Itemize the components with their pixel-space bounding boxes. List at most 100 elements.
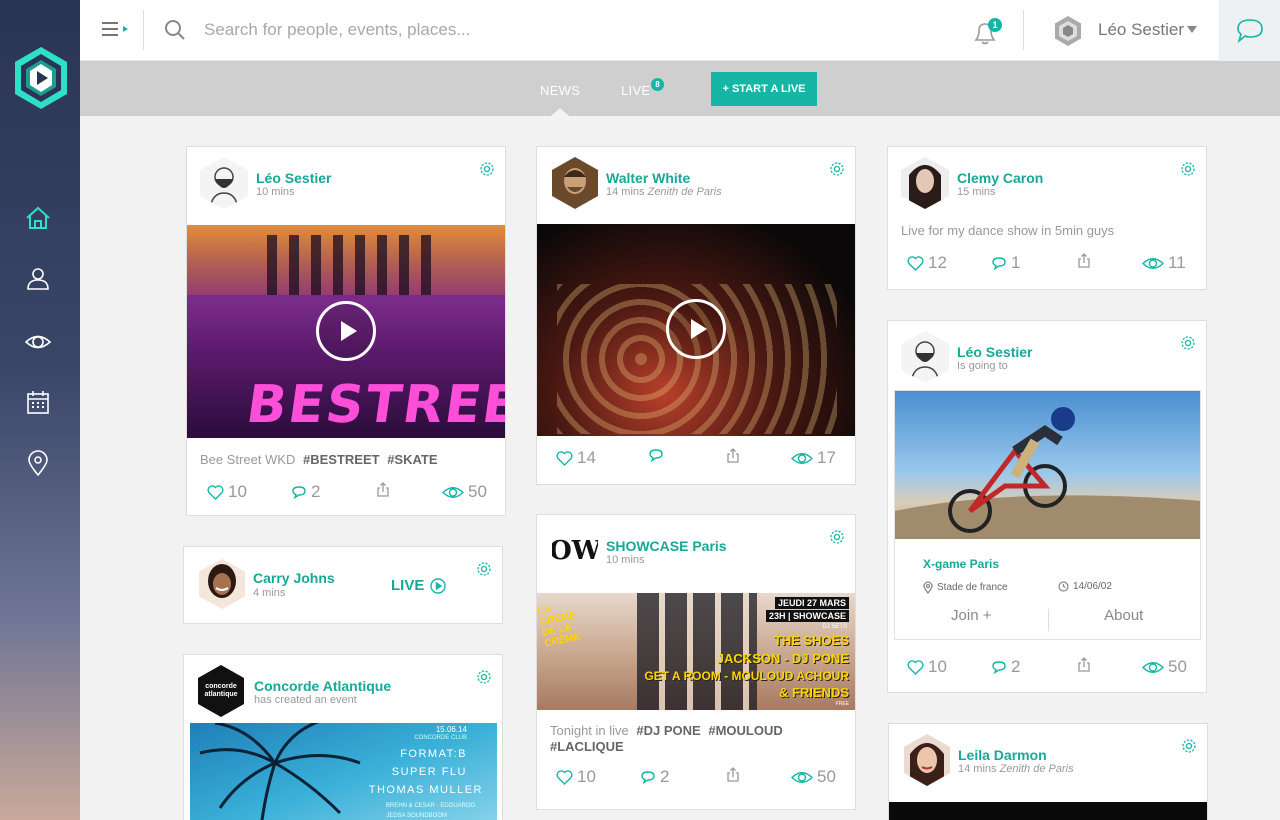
hashtag[interactable]: #SKATE	[387, 452, 437, 467]
author-name[interactable]: SHOWCASE Paris	[606, 538, 727, 554]
heart-icon	[207, 484, 224, 500]
video-crowd	[267, 235, 437, 295]
user-name[interactable]: Léo Sestier	[1098, 20, 1184, 40]
gear-icon[interactable]	[1180, 161, 1196, 177]
location-pin-icon[interactable]	[22, 447, 54, 479]
gear-icon[interactable]	[479, 161, 495, 177]
author-name[interactable]: Walter White	[606, 170, 690, 186]
share-button[interactable]	[1077, 657, 1091, 672]
gear-icon[interactable]	[476, 561, 492, 577]
avatar[interactable]	[552, 157, 598, 209]
avatar[interactable]	[200, 157, 248, 209]
author-name[interactable]: Léo Sestier	[957, 344, 1032, 360]
user-avatar[interactable]	[1052, 15, 1084, 47]
avatar[interactable]	[901, 157, 949, 209]
comment-button[interactable]: 2	[991, 657, 1020, 677]
about-button[interactable]: About	[1048, 607, 1201, 624]
like-button[interactable]: 14	[556, 448, 596, 468]
post-video[interactable]	[889, 802, 1207, 820]
play-button[interactable]	[666, 299, 726, 359]
calendar-icon[interactable]	[22, 387, 54, 419]
post-card: Leila Darmon 14 mins Zenith de Paris	[888, 723, 1208, 820]
gear-icon[interactable]	[476, 669, 492, 685]
comment-button[interactable]	[648, 448, 664, 462]
poster-line: JEDSA SOUNDBOOM	[386, 813, 447, 819]
share-icon	[377, 482, 389, 497]
home-icon[interactable]	[22, 202, 54, 234]
hashtag[interactable]: #MOULOUD	[708, 723, 782, 738]
view-count: 50	[817, 767, 836, 786]
post-place[interactable]: Zenith de Paris	[1000, 763, 1074, 775]
bike-rider-graphic	[895, 407, 1200, 539]
like-count: 14	[577, 448, 596, 467]
event-date: 14/06/02	[1058, 581, 1112, 592]
post-video[interactable]	[537, 224, 855, 436]
start-live-button[interactable]: + START A LIVE	[711, 72, 817, 106]
avatar[interactable]: OW	[552, 525, 598, 577]
event-image[interactable]	[895, 391, 1200, 539]
author-name[interactable]: Clemy Caron	[957, 170, 1043, 186]
share-button[interactable]	[726, 767, 740, 782]
comment-count: 2	[1011, 657, 1021, 676]
tab-live[interactable]: LIVE	[621, 83, 650, 98]
event-post-card: Léo Sestier Is going to X-game Paris Sta…	[887, 320, 1207, 693]
event-poster[interactable]: 15.06.14 CONCORDE CLUB FORMAT:B SUPER FL…	[190, 723, 497, 820]
views-count: 50	[1142, 657, 1187, 677]
gear-icon[interactable]	[1180, 335, 1196, 351]
comment-button[interactable]: 2	[291, 482, 320, 502]
like-count: 10	[928, 657, 947, 676]
share-button[interactable]	[376, 482, 390, 497]
comment-button[interactable]: 2	[640, 767, 669, 787]
post-place[interactable]: Zenith de Paris	[648, 186, 722, 198]
view-count: 50	[468, 482, 487, 501]
author-name[interactable]: Concorde Atlantique	[254, 678, 391, 694]
gear-icon[interactable]	[1181, 738, 1197, 754]
menu-icon[interactable]	[100, 18, 132, 42]
share-button[interactable]	[1077, 253, 1091, 268]
share-button[interactable]	[726, 448, 740, 463]
author-name[interactable]: Leila Darmon	[958, 747, 1047, 763]
author-name[interactable]: Léo Sestier	[256, 170, 331, 186]
post-stats: 10 2 50	[537, 767, 855, 791]
post-stats: 12 1 11	[888, 253, 1206, 277]
post-video[interactable]: BESTREE	[187, 225, 505, 438]
chevron-down-icon[interactable]	[1187, 26, 1197, 33]
join-button[interactable]: Join +	[895, 607, 1048, 624]
tab-news[interactable]: NEWS	[540, 83, 580, 98]
poster-line: BREHN & CESAR · EDOUARDO	[385, 803, 475, 809]
chat-button[interactable]	[1219, 0, 1280, 61]
gear-icon[interactable]	[829, 161, 845, 177]
hashtag[interactable]: #DJ PONE	[636, 723, 700, 738]
hashtag[interactable]: #LACLIQUE	[550, 739, 624, 754]
eye-icon[interactable]	[22, 326, 54, 358]
like-button[interactable]: 10	[207, 482, 247, 502]
event-name[interactable]: X-game Paris	[923, 557, 999, 571]
like-button[interactable]: 10	[907, 657, 947, 677]
search-input[interactable]	[204, 14, 804, 46]
live-button[interactable]: LIVE	[391, 577, 447, 594]
comment-count: 1	[1011, 253, 1021, 272]
post-time: 14 mins	[958, 763, 997, 775]
play-circle-icon	[430, 577, 447, 594]
author-name[interactable]: Carry Johns	[253, 570, 335, 586]
post-time: 4 mins	[253, 587, 286, 599]
event-poster[interactable]: LA CRÈME DE LA CRÈME JEUDI 27 MARS 23H |…	[537, 593, 855, 710]
avatar[interactable]	[904, 734, 950, 786]
comment-button[interactable]: 1	[991, 253, 1020, 273]
avatar[interactable]: concorde atlantique	[198, 665, 244, 717]
like-button[interactable]: 12	[907, 253, 947, 273]
poster-date: JEUDI 27 MARS	[774, 597, 849, 609]
avatar[interactable]	[199, 559, 245, 609]
date-label: 14/06/02	[1073, 581, 1112, 592]
avatar[interactable]	[901, 331, 949, 383]
post-meta: Is going to	[957, 360, 1008, 372]
gear-icon[interactable]	[829, 529, 845, 545]
hashtag[interactable]: #BESTREET	[303, 452, 380, 467]
video-graffiti-text: BESTREE	[242, 375, 505, 435]
app-logo-icon[interactable]	[12, 45, 70, 111]
post-card: concorde atlantique Concorde Atlantique …	[183, 654, 503, 820]
like-button[interactable]: 10	[556, 767, 596, 787]
play-button[interactable]	[316, 301, 376, 361]
profile-icon[interactable]	[22, 263, 54, 295]
post-caption: Tonight in live #DJ PONE #MOULOUD #LACLI…	[550, 723, 840, 755]
